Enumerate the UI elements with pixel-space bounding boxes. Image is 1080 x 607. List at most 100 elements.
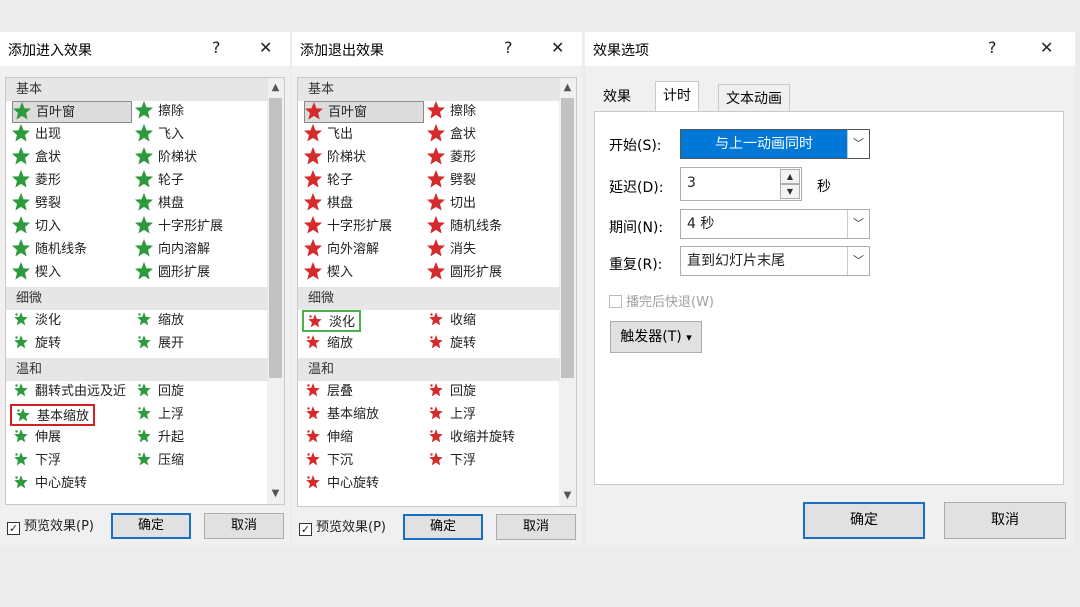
chevron-down-icon[interactable]: ﹀ [847,130,869,158]
effect-item[interactable]: 向内溶解 [135,239,210,261]
entrance-effect-list[interactable]: ▲ ▼ 基本 百叶窗 擦除 出现 飞入 盒状 阶梯状 菱形 轮子 劈裂 棋盘 切入 十字形扩展 随机线条 向… [5,77,285,505]
effect-item[interactable]: 随机线条 [427,216,502,238]
scroll-down-icon[interactable]: ▼ [559,488,576,504]
effect-item[interactable]: 棋盘 [135,193,184,215]
effect-item[interactable]: 中心旋转 [304,473,379,495]
effect-item[interactable]: 百叶窗 [304,101,424,123]
effect-item[interactable]: 飞入 [135,124,184,146]
spin-down-icon[interactable]: ▼ [780,184,800,199]
effect-item[interactable]: 楔入 [304,262,353,284]
effect-star-icon [427,193,450,211]
effect-item[interactable]: 层叠 [304,381,353,403]
effect-item[interactable]: 擦除 [427,101,476,123]
exit-ok-button[interactable]: 确定 [403,514,483,540]
effect-item[interactable]: 轮子 [135,170,184,192]
effect-item[interactable]: 随机线条 [12,239,87,261]
help-icon[interactable]: ? [988,38,997,57]
help-icon[interactable]: ? [212,38,221,57]
effect-item[interactable]: 旋转 [427,333,476,355]
scroll-thumb[interactable] [561,98,574,378]
effect-item[interactable]: 上浮 [135,404,184,426]
effect-star-icon [427,101,450,119]
exit-scrollbar[interactable]: ▲ ▼ [559,78,576,506]
effect-item[interactable]: 展开 [135,333,184,355]
effect-item[interactable]: 飞出 [304,124,353,146]
effect-item[interactable]: 轮子 [304,170,353,192]
options-cancel-button[interactable]: 取消 [944,502,1066,539]
scroll-up-icon[interactable]: ▲ [267,80,284,96]
effect-item[interactable]: 切入 [12,216,61,238]
effect-item[interactable]: 伸缩 [304,427,353,449]
effect-item[interactable]: 上浮 [427,404,476,426]
effect-item[interactable]: 百叶窗 [12,101,132,123]
effect-item[interactable]: 圆形扩展 [135,262,210,284]
close-icon[interactable]: ✕ [1040,38,1053,57]
effect-item[interactable]: 升起 [135,427,184,449]
effect-item[interactable]: 回旋 [427,381,476,403]
effect-item[interactable]: 盒状 [427,124,476,146]
effect-item[interactable]: 下浮 [12,450,61,472]
effect-item[interactable]: 切出 [427,193,476,215]
exit-cancel-button[interactable]: 取消 [496,514,576,540]
effect-item[interactable]: 翻转式由远及近 [12,381,126,403]
effect-star-small-icon [12,383,35,399]
scroll-down-icon[interactable]: ▼ [267,486,284,502]
effect-item[interactable]: 阶梯状 [304,147,366,169]
scroll-thumb[interactable] [269,98,282,378]
spin-up-icon[interactable]: ▲ [780,169,800,184]
effect-star-small-icon [12,429,35,445]
effect-item[interactable]: 缩放 [135,310,184,332]
exit-preview-checkbox[interactable]: ✓ 预览效果(P) [299,516,386,536]
effect-item[interactable]: 基本缩放 [10,404,96,426]
effect-item[interactable]: 盒状 [12,147,61,169]
effect-item[interactable]: 棋盘 [304,193,353,215]
effect-item[interactable]: 消失 [427,239,476,261]
effect-item[interactable]: 缩放 [304,333,353,355]
effect-item[interactable]: 擦除 [135,101,184,123]
effect-item[interactable]: 伸展 [12,427,61,449]
effect-item[interactable]: 压缩 [135,450,184,472]
tab-text-animation[interactable]: 文本动画 [718,84,790,111]
scroll-up-icon[interactable]: ▲ [559,80,576,96]
options-ok-button[interactable]: 确定 [803,502,925,539]
effect-item[interactable]: 收缩并旋转 [427,427,515,449]
effect-item[interactable]: 出现 [12,124,61,146]
effect-item[interactable]: 淡化 [12,310,61,332]
tab-effect[interactable]: 效果 [596,83,638,111]
effect-item[interactable]: 下浮 [427,450,476,472]
entrance-preview-checkbox[interactable]: ✓ 预览效果(P) [7,515,94,535]
entrance-cancel-button[interactable]: 取消 [204,513,284,539]
entrance-ok-button[interactable]: 确定 [111,513,191,539]
effect-item[interactable]: 收缩 [427,310,476,332]
trigger-button[interactable]: 触发器(T) ▾ [610,321,702,353]
entrance-scrollbar[interactable]: ▲ ▼ [267,78,284,504]
effect-item[interactable]: 阶梯状 [135,147,197,169]
repeat-select[interactable]: 直到幻灯片末尾 ﹀ [680,246,870,276]
effect-item[interactable]: 旋转 [12,333,61,355]
effect-item[interactable]: 菱形 [427,147,476,169]
close-icon[interactable]: ✕ [259,38,272,57]
effect-item[interactable]: 回旋 [135,381,184,403]
effect-item[interactable]: 劈裂 [12,193,61,215]
effect-item[interactable]: 十字形扩展 [304,216,392,238]
effect-item[interactable]: 十字形扩展 [135,216,223,238]
effect-item[interactable]: 楔入 [12,262,61,284]
effect-star-small-icon [304,452,327,468]
tab-timing[interactable]: 计时 [655,81,699,111]
effect-item[interactable]: 中心旋转 [12,473,87,495]
effect-item[interactable]: 劈裂 [427,170,476,192]
chevron-down-icon[interactable]: ﹀ [847,247,869,275]
duration-select[interactable]: 4 秒 ﹀ [680,209,870,239]
chevron-down-icon[interactable]: ﹀ [847,210,869,238]
rewind-checkbox[interactable]: 播完后快退(W) [609,291,714,310]
effect-item[interactable]: 基本缩放 [304,404,379,426]
effect-item[interactable]: 菱形 [12,170,61,192]
exit-effect-list[interactable]: ▲ ▼ 基本 百叶窗 擦除 飞出 盒状 阶梯状 菱形 轮子 劈裂 棋盘 切出 十字形扩展 随机线条 向外溶… [297,77,577,507]
help-icon[interactable]: ? [504,38,513,57]
close-icon[interactable]: ✕ [551,38,564,57]
start-select[interactable]: 与上一动画同时 ﹀ [680,129,870,159]
effect-item[interactable]: 向外溶解 [304,239,379,261]
effect-item[interactable]: 下沉 [304,450,353,472]
effect-item[interactable]: 圆形扩展 [427,262,502,284]
effect-item[interactable]: 淡化 [302,310,362,332]
